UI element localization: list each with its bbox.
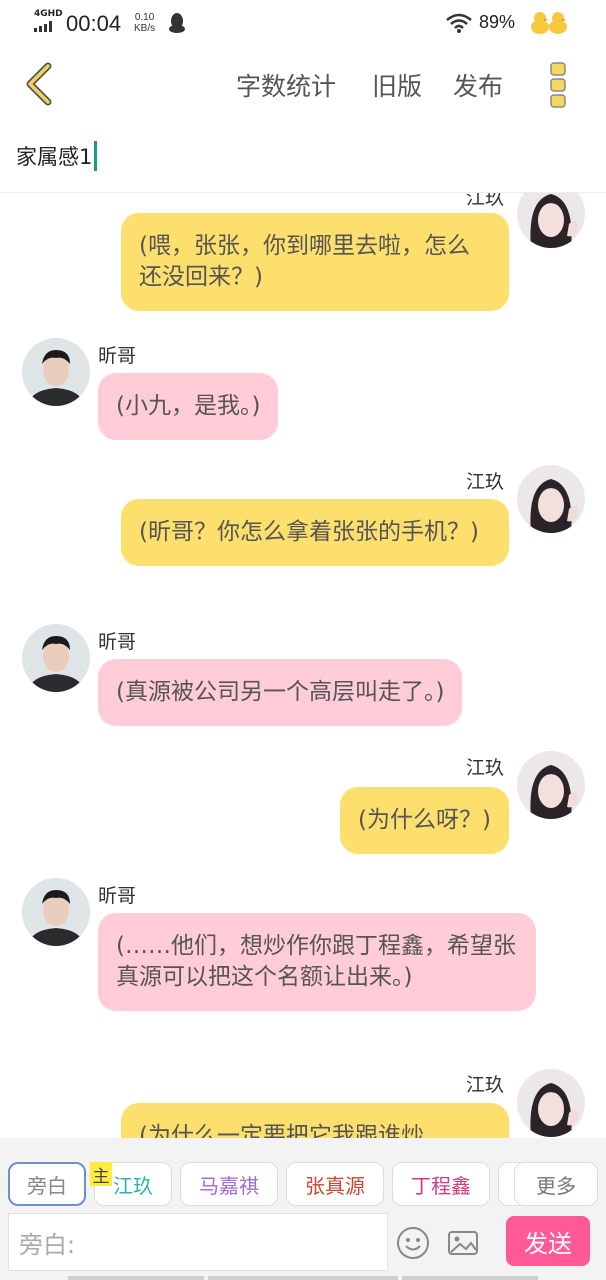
message-bubble: (真源被公司另一个高层叫走了。)	[98, 659, 463, 726]
qq-penguin-icon	[169, 13, 185, 33]
avatar-xinge[interactable]	[22, 338, 90, 406]
image-icon[interactable]	[446, 1226, 480, 1260]
status-time: 00:04	[66, 11, 122, 36]
role-chip-label: 江玖	[113, 1173, 153, 1198]
speaker-name: 江玖	[466, 757, 505, 779]
message-input-placeholder: 旁白:	[19, 1230, 76, 1259]
role-chip-label: 旁白	[27, 1173, 67, 1198]
role-chip-narration[interactable]: 旁白	[8, 1162, 86, 1206]
message-bubble: (喂，张张，你到哪里去啦，怎么还没回来？)	[121, 213, 509, 311]
role-chip-zhangzhenyuan[interactable]: 张真源	[286, 1162, 384, 1206]
role-chip-label: 马嘉祺	[199, 1173, 259, 1198]
speaker-name: 昕哥	[98, 631, 137, 653]
chapter-title-input[interactable]: 家属感1	[16, 140, 98, 172]
message-bubble: (为什么一定要把它我跟谁炒	[121, 1103, 509, 1138]
old-version-button[interactable]: 旧版	[372, 67, 422, 103]
avatar-xinge[interactable]	[22, 878, 90, 946]
duck-icon	[531, 12, 567, 34]
publish-button[interactable]: 发布	[453, 67, 503, 103]
word-count-button[interactable]: 字数统计	[236, 67, 336, 103]
status-bar: 4GHD 00:04 0.10 KB/s 89%	[0, 0, 606, 48]
message-input[interactable]: 旁白:	[8, 1213, 388, 1271]
more-roles-button[interactable]: 更多	[514, 1162, 598, 1206]
signal-icon	[34, 21, 52, 32]
nav-indicator	[402, 1276, 538, 1280]
speaker-name: 昕哥	[98, 885, 137, 907]
emoji-icon[interactable]	[396, 1226, 430, 1260]
speaker-name: 江玖	[466, 193, 505, 209]
role-chip-label: 更多	[536, 1173, 576, 1198]
chat-area[interactable]: 江玖 (喂，张张，你到哪里去啦，怎么还没回来？) 昕哥 (小九，是我。) 江玖 …	[0, 193, 606, 1138]
network-speed: 0.10 KB/s	[134, 12, 155, 34]
message-bubble: (小九，是我。)	[98, 373, 279, 440]
role-chip-label: 丁程鑫	[411, 1173, 471, 1198]
message-bubble: (为什么呀？)	[340, 787, 509, 854]
back-arrow-icon[interactable]	[20, 62, 60, 106]
speaker-name: 江玖	[466, 471, 505, 493]
nav-indicator	[68, 1276, 204, 1280]
role-chip-dingchengxin[interactable]: 丁程鑫	[392, 1162, 490, 1206]
role-chip-majiaqi[interactable]: 马嘉祺	[180, 1162, 278, 1206]
avatar-xinge[interactable]	[22, 624, 90, 692]
wifi-icon	[446, 13, 472, 33]
avatar-jiangjiu[interactable]	[517, 193, 585, 248]
battery-level: 89%	[479, 12, 516, 32]
top-toolbar: 字数统计 旧版 发布	[0, 48, 606, 120]
role-chip-label: 张真源	[305, 1173, 365, 1198]
chapter-title-text: 家属感1	[16, 145, 93, 169]
network-type: 4GHD	[34, 9, 63, 19]
speaker-name: 昕哥	[98, 345, 137, 367]
avatar-jiangjiu[interactable]	[517, 465, 585, 533]
speaker-name: 江玖	[466, 1074, 505, 1096]
main-character-badge: 主	[90, 1162, 112, 1187]
avatar-jiangjiu[interactable]	[517, 751, 585, 819]
composer-panel: 旁白 江玖 主 马嘉祺 张真源 丁程鑫 更多 旁白: 发送	[0, 1138, 606, 1280]
network-speed-value: 0.10	[134, 12, 155, 23]
nav-indicator	[208, 1276, 398, 1280]
message-bubble: (昕哥？你怎么拿着张张的手机？)	[121, 499, 509, 566]
more-icon[interactable]	[548, 60, 568, 110]
message-bubble: (……他们，想炒作你跟丁程鑫，希望张真源可以把这个名额让出来。)	[98, 913, 536, 1011]
text-caret	[94, 141, 98, 171]
send-button[interactable]: 发送	[506, 1216, 590, 1266]
avatar-jiangjiu[interactable]	[517, 1069, 585, 1137]
network-speed-unit: KB/s	[134, 23, 156, 34]
